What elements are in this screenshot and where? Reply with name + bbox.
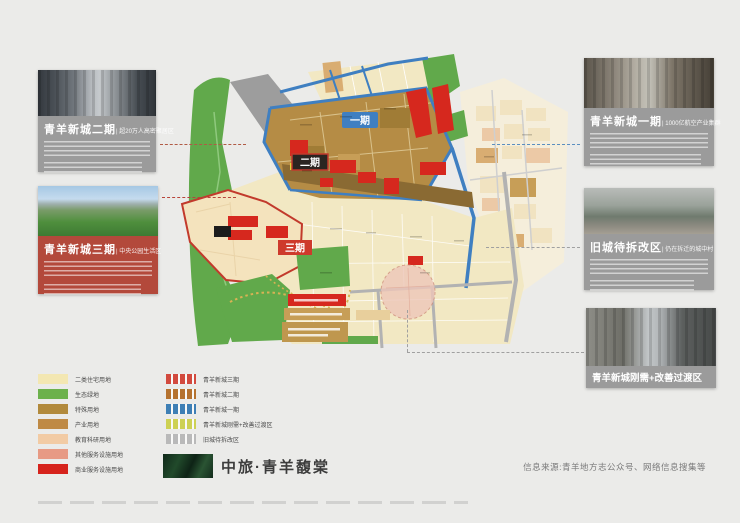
phase1-label: 一期 (350, 114, 370, 127)
brand-logo-text: 中旅·青羊馥棠 (221, 456, 330, 477)
legend-item-eco-green: 生态绿地 (38, 389, 99, 399)
legend-swatch (166, 374, 196, 384)
paragraph-placeholder (44, 141, 150, 157)
legend-item-industry: 产业用地 (38, 419, 99, 429)
leader-line-phase2 (160, 144, 246, 145)
legend-item-phase2-boundary: 青羊新城二期 (166, 389, 239, 399)
legend-label: 青羊新城刚需+改善过渡区 (203, 420, 273, 429)
panel-oldtown-subtitle: | 仍在拆迁的城中村 (662, 244, 713, 253)
master-plan-map: 一期 二期 三期 (170, 50, 570, 368)
legend-swatch (38, 419, 68, 429)
paragraph-placeholder (44, 261, 152, 279)
legend-item-other-service: 其他服务设施用地 (38, 449, 123, 459)
panel-phase2-title: 青羊新城二期 (44, 121, 116, 137)
panel-transition-title: 青羊新城刚需+改善过渡区 (592, 370, 702, 384)
source-note: 信息来源:青羊地方志公众号、网络信息搜集等 (523, 461, 706, 473)
legend-label: 二类住宅用地 (75, 375, 111, 384)
leader-line-phase1 (492, 144, 580, 145)
paragraph-placeholder (590, 154, 701, 167)
legend-label: 其他服务设施用地 (75, 450, 123, 459)
panel-phase2-subtitle: | 超20万人高密聚居区 (116, 126, 174, 135)
legend-item-residential: 二类住宅用地 (38, 374, 111, 384)
legend-item-commercial: 商业服务设施用地 (38, 464, 123, 474)
legend-swatch (38, 434, 68, 444)
legend-swatch (166, 389, 196, 399)
paragraph-placeholder (44, 162, 142, 173)
legend-swatch (38, 464, 68, 474)
panel-oldtown-body (584, 257, 714, 303)
panel-phase1-subtitle: | 1000亿航空产业集群 (662, 118, 721, 127)
legend-item-education: 教育科研用地 (38, 434, 111, 444)
legend-swatch (38, 389, 68, 399)
legend-swatch (38, 449, 68, 459)
disclaimer-micro-text (38, 501, 468, 504)
legend-label: 青羊新城三期 (203, 375, 239, 384)
phase3-label: 三期 (285, 242, 305, 255)
legend-label: 产业用地 (75, 420, 99, 429)
legend-swatch (166, 434, 196, 444)
phase2-photo (38, 70, 156, 116)
legend-item-special: 特殊用地 (38, 404, 99, 414)
leader-line-phase3 (162, 197, 236, 198)
legend-label: 青羊新城二期 (203, 390, 239, 399)
panel-transition: 青羊新城刚需+改善过渡区 (586, 308, 716, 388)
phase3-photo (38, 186, 158, 236)
panel-phase3-title: 青羊新城三期 (44, 241, 116, 257)
paragraph-placeholder (590, 259, 708, 275)
legend-label: 教育科研用地 (75, 435, 111, 444)
panel-phase1: 青羊新城一期 | 1000亿航空产业集群 (584, 58, 714, 166)
leader-line-transition-v (407, 310, 408, 352)
legend-item-phase3-boundary: 青羊新城三期 (166, 374, 239, 384)
panel-phase3-body (38, 259, 158, 308)
panel-phase2-body (38, 139, 156, 184)
panel-phase1-title: 青羊新城一期 (590, 113, 662, 129)
legend-item-transition-boundary: 青羊新城刚需+改善过渡区 (166, 419, 273, 429)
transition-photo (586, 308, 716, 366)
legend-item-oldtown-boundary: 旧城待拆改区 (166, 434, 239, 444)
oldtown-photo (584, 188, 714, 234)
infographic-poster: 一期 二期 三期 青羊新城二期 | 超20万人高密聚居区 (0, 0, 740, 523)
legend-label: 旧城待拆改区 (203, 435, 239, 444)
legend-swatch (38, 374, 68, 384)
legend-swatch (166, 404, 196, 414)
panel-oldtown: 旧城待拆改区 | 仍在拆迁的城中村 (584, 188, 714, 290)
paragraph-placeholder (590, 280, 694, 292)
leader-line-transition-h (407, 352, 584, 353)
paragraph-placeholder (44, 284, 141, 297)
panel-oldtown-title: 旧城待拆改区 (590, 239, 662, 255)
legend-swatch (166, 419, 196, 429)
panel-phase1-body (584, 131, 714, 178)
panel-phase3-subtitle: | 中央公园生活区 (116, 246, 161, 255)
phase1-photo (584, 58, 714, 108)
paragraph-placeholder (590, 133, 708, 149)
leader-line-oldtown (486, 247, 580, 248)
panel-phase2: 青羊新城二期 | 超20万人高密聚居区 (38, 70, 156, 172)
legend-item-phase1-boundary: 青羊新城一期 (166, 404, 239, 414)
phase2-label: 二期 (300, 156, 320, 169)
legend-label: 特殊用地 (75, 405, 99, 414)
legend-label: 青羊新城一期 (203, 405, 239, 414)
legend-label: 生态绿地 (75, 390, 99, 399)
panel-phase3: 青羊新城三期 | 中央公园生活区 (38, 186, 158, 294)
brand-thumbnail (163, 454, 213, 478)
legend-swatch (38, 404, 68, 414)
legend-label: 商业服务设施用地 (75, 465, 123, 474)
